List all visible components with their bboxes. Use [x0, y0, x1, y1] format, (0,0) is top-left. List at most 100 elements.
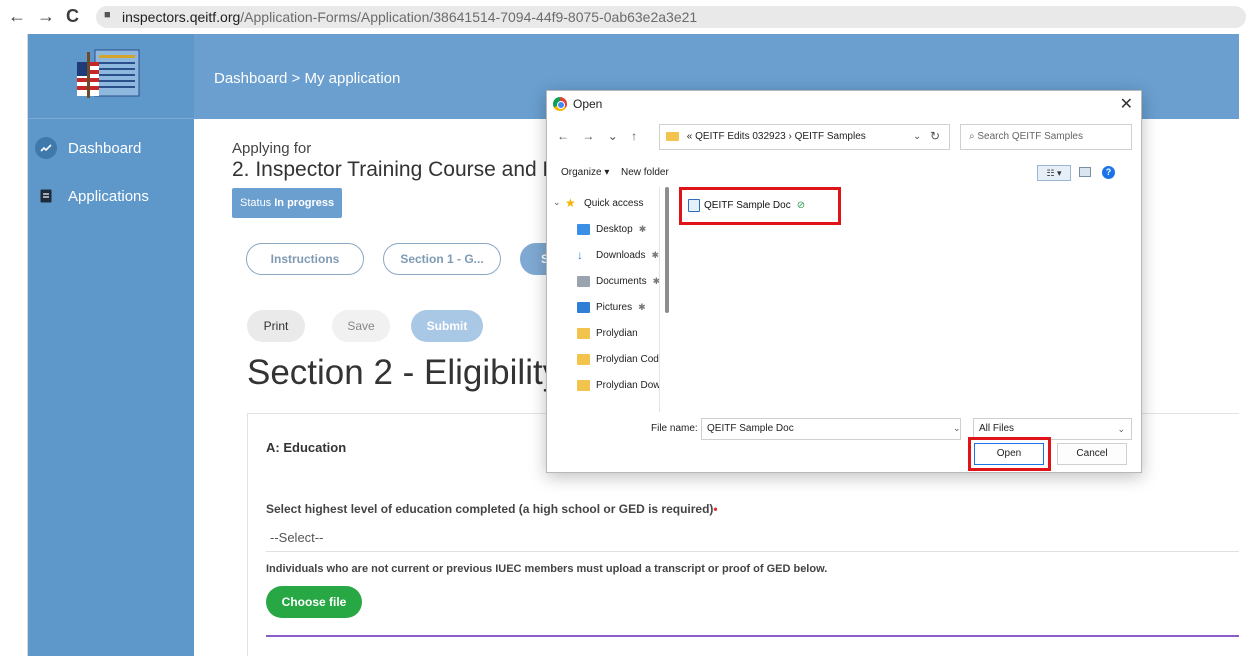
education-question: Select highest level of education comple… [266, 502, 718, 516]
open-file-dialog: Open ✕ ← → ⌄ ↑ « QEITF Edits 032923 › QE… [546, 90, 1142, 473]
nav-item-label: Prolydian Codi [596, 353, 660, 365]
trend-icon [35, 137, 57, 159]
education-select[interactable]: --Select-- [266, 524, 1239, 552]
sidebar-item-dashboard[interactable]: Dashboard [28, 128, 194, 168]
file-item[interactable]: QEITF Sample Doc ⊘ [688, 195, 805, 215]
file-name-label: File name: [651, 423, 698, 434]
dialog-title: Open [573, 97, 603, 111]
folder-icon [577, 353, 590, 365]
file-type-value: All Files [979, 423, 1015, 434]
new-folder-button[interactable]: New folder [621, 167, 669, 178]
preview-pane-icon[interactable] [1079, 167, 1091, 177]
folder-path-bar[interactable]: « QEITF Edits 032923 › QEITF Samples ⌄ [659, 124, 950, 150]
save-button[interactable]: Save [332, 310, 390, 342]
url-text: inspectors.qeitf.org/Application-Forms/A… [122, 9, 697, 25]
course-title: 2. Inspector Training Course and Ex [232, 158, 568, 181]
expand-chevron-icon[interactable]: ⌄ [553, 197, 561, 208]
nav-item-documents[interactable]: Documents ✱ [577, 270, 660, 292]
nav-item-prolydian-dowr[interactable]: Prolydian Dowr [577, 374, 660, 396]
nav-item-label: Quick access [584, 197, 644, 209]
print-button[interactable]: Print [247, 310, 305, 342]
status-value: In progress [274, 197, 335, 209]
download-icon: ↓ [577, 247, 583, 262]
submit-button[interactable]: Submit [411, 310, 483, 342]
status-label: Status [240, 197, 272, 209]
close-icon[interactable]: ✕ [1120, 94, 1133, 114]
documents-icon [577, 275, 590, 287]
document-icon [35, 185, 57, 207]
search-input[interactable]: ⌕ Search QEITF Samples [960, 124, 1132, 150]
education-heading: A: Education [266, 440, 347, 455]
nav-pane-scrollbar[interactable] [664, 187, 672, 412]
path-current[interactable]: QEITF Samples [795, 131, 866, 142]
address-bar[interactable]: ■ inspectors.qeitf.org/Application-Forms… [96, 6, 1246, 28]
url-host: inspectors.qeitf.org [122, 9, 241, 25]
recent-locations-icon[interactable]: ⌄ [608, 129, 618, 143]
pin-icon: ✱ [652, 275, 660, 286]
pictures-icon [577, 301, 590, 313]
nav-item-downloads[interactable]: ↓ Downloads ✱ [577, 244, 659, 266]
choose-file-button[interactable]: Choose file [266, 586, 362, 618]
file-type-select[interactable]: All Files ⌄ [973, 418, 1132, 440]
scroll-thumb[interactable] [665, 187, 669, 313]
section-divider [266, 635, 1239, 637]
pin-icon: ✱ [638, 223, 647, 234]
tab-instructions[interactable]: Instructions [246, 243, 364, 275]
up-arrow-icon[interactable]: ↑ [631, 129, 637, 143]
chrome-icon [553, 97, 567, 111]
chevron-down-icon[interactable]: ⌄ [913, 125, 921, 149]
education-question-text: Select highest level of education comple… [266, 502, 714, 516]
nav-item-label: Prolydian Dowr [596, 379, 660, 391]
nav-item-pictures[interactable]: Pictures ✱ [577, 296, 646, 318]
folder-icon [666, 131, 679, 141]
dialog-nav-buttons: ← → ⌄ ↑ [557, 129, 647, 143]
desktop-icon [577, 223, 590, 235]
path-parent[interactable]: QEITF Edits 032923 [695, 131, 786, 142]
sidebar-item-applications[interactable]: Applications [28, 176, 194, 216]
sidebar-item-label: Applications [68, 187, 149, 205]
nav-item-prolydian[interactable]: Prolydian [577, 322, 638, 344]
nav-item-desktop[interactable]: Desktop ✱ [577, 218, 646, 240]
folder-icon [577, 379, 590, 391]
nav-item-label: Documents [596, 275, 647, 287]
navigation-pane: ⌄ ★ Quick access Desktop ✱ ↓ Downloads ✱… [547, 187, 660, 412]
transcript-note: Individuals who are not current or previ… [266, 563, 828, 575]
forward-arrow-icon[interactable]: → [37, 6, 55, 26]
logo-area [28, 34, 194, 119]
site-info-icon[interactable]: ■ [104, 9, 111, 21]
section-title: Section 2 - Eligibility [247, 353, 561, 392]
chevron-down-icon[interactable]: ⌄ [953, 423, 961, 434]
refresh-icon[interactable]: ↻ [930, 129, 940, 143]
search-placeholder: Search QEITF Samples [977, 131, 1083, 142]
sidebar: Dashboard Applications [28, 34, 194, 656]
path-separator: › [788, 131, 792, 142]
nav-item-quick-access[interactable]: ★ Quick access [565, 192, 643, 214]
folder-icon [577, 327, 590, 339]
required-mark: • [713, 502, 718, 516]
forward-arrow-icon[interactable]: → [582, 129, 594, 143]
help-icon[interactable]: ? [1102, 166, 1115, 179]
status-badge: Status In progress [232, 188, 343, 218]
nav-item-label: Downloads [596, 249, 646, 261]
reload-icon[interactable]: C [66, 6, 79, 26]
view-options-icon[interactable]: ☷ ▾ [1037, 165, 1071, 181]
back-arrow-icon[interactable]: ← [8, 6, 26, 26]
pin-icon: ✱ [651, 249, 660, 260]
sync-status-icon: ⊘ [796, 199, 806, 211]
applying-for-label: Applying for [232, 140, 312, 157]
nav-item-prolydian-codi[interactable]: Prolydian Codi [577, 348, 660, 370]
organize-menu[interactable]: Organize ▾ [561, 167, 609, 178]
url-path: /Application-Forms/Application/38641514-… [240, 9, 698, 25]
file-name-input[interactable]: QEITF Sample Doc [701, 418, 961, 440]
open-button[interactable]: Open [974, 443, 1044, 465]
chevron-down-icon: ⌄ [1117, 424, 1125, 434]
breadcrumb[interactable]: Dashboard > My application [214, 70, 400, 87]
file-name: QEITF Sample Doc [704, 199, 791, 211]
nav-item-label: Pictures [596, 301, 633, 313]
path-prefix: « [686, 131, 693, 142]
cancel-button[interactable]: Cancel [1057, 443, 1127, 465]
word-document-icon [688, 198, 700, 212]
tab-section-1[interactable]: Section 1 - G... [383, 243, 501, 275]
back-arrow-icon[interactable]: ← [557, 129, 569, 143]
qeitf-logo [69, 46, 143, 104]
